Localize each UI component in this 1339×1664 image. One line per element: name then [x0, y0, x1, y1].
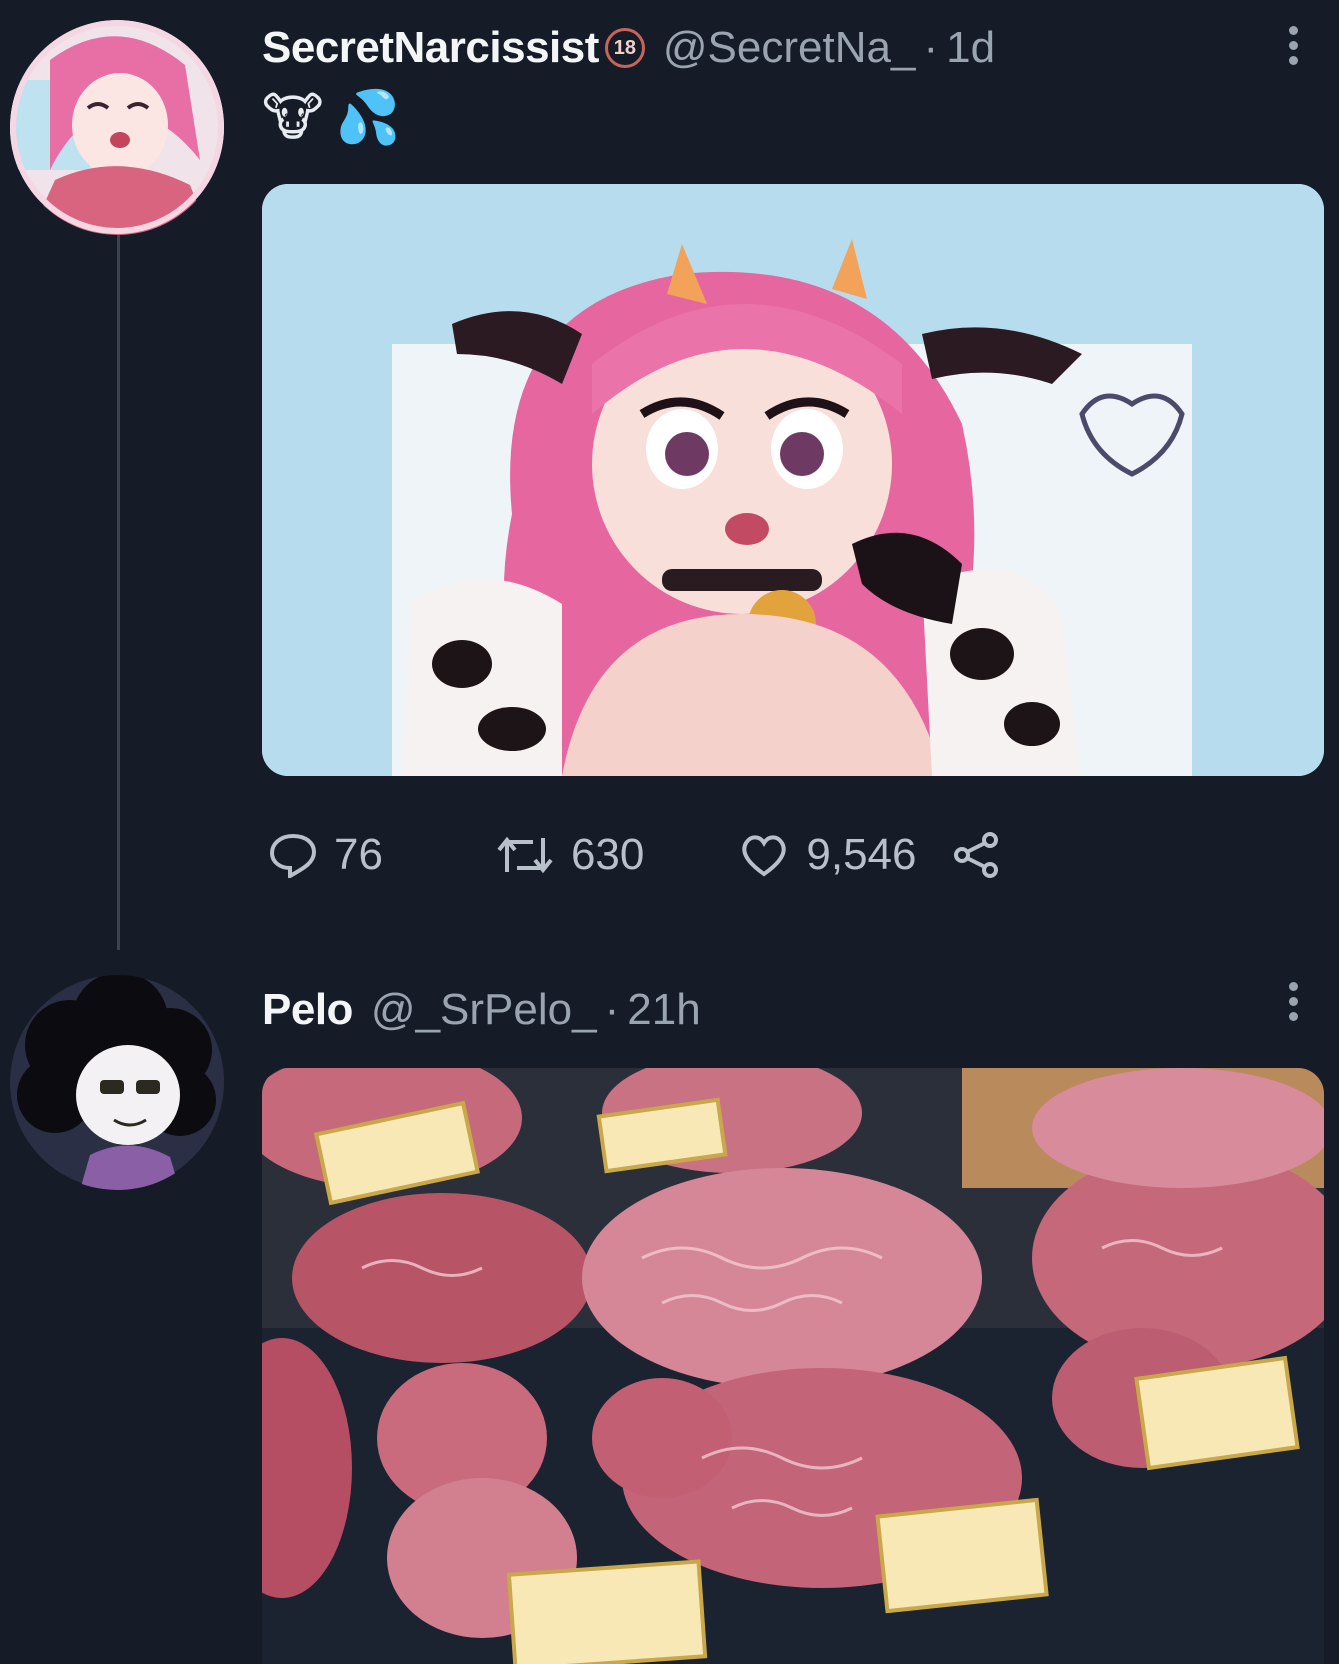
tweet-image-anime-cow-girl[interactable] [262, 184, 1324, 776]
share-nodes-icon [954, 832, 999, 878]
retweet-count: 630 [570, 830, 645, 879]
display-name[interactable]: Pelo [262, 988, 353, 1032]
more-options-icon[interactable] [1286, 26, 1300, 65]
like-count: 9,546 [806, 830, 917, 879]
user-handle[interactable]: @_SrPelo_ [371, 988, 597, 1032]
tweet-text: 🐮 💦 [262, 92, 400, 144]
share-button[interactable] [950, 830, 1018, 880]
separator-dot: · [604, 985, 620, 1034]
like-button[interactable]: 9,546 [738, 830, 916, 880]
retweet-button[interactable]: 630 [495, 830, 644, 880]
more-options-icon[interactable] [1286, 982, 1300, 1021]
retweet-arrows-icon [497, 836, 553, 874]
timestamp[interactable]: 1d [946, 26, 995, 70]
reply-count: 76 [334, 830, 383, 879]
age-restricted-badge: 18 [604, 28, 645, 68]
tweet-actions-bar: 76 630 9,546 [268, 830, 1018, 880]
timestamp[interactable]: 21h [627, 988, 700, 1032]
reply-header: Pelo @_SrPelo_ · 21h [262, 988, 701, 1032]
display-name[interactable]: SecretNarcissist [262, 26, 599, 70]
separator-dot: · [923, 23, 939, 72]
user-handle[interactable]: @SecretNa_ [663, 26, 916, 70]
speech-bubble-icon [269, 833, 317, 878]
avatar-pelo[interactable] [10, 975, 225, 1190]
timeline-page: SecretNarcissist 18 @SecretNa_ · 1d 🐮 💦 [0, 0, 1339, 1664]
reply-image-wagyu-beef[interactable] [262, 1068, 1324, 1664]
heart-icon [742, 835, 787, 877]
avatar-secretnarcissist[interactable] [10, 20, 225, 235]
thread-connector-line [117, 230, 120, 950]
tweet-header: SecretNarcissist 18 @SecretNa_ · 1d [262, 26, 995, 70]
sweat-droplets-emoji: 💦 [335, 89, 401, 147]
cow-emoji: 🐮 [262, 89, 324, 147]
reply-button[interactable]: 76 [268, 830, 383, 880]
